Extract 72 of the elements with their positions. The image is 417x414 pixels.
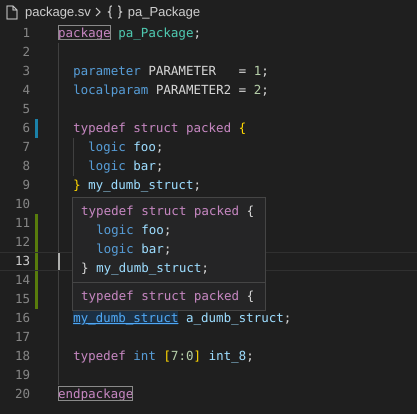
bracket-text: } (73, 177, 81, 192)
code-text: ; (164, 221, 172, 240)
line-number: 19 (14, 366, 30, 384)
line-number: 17 (14, 328, 30, 346)
number-literal: 1 (254, 63, 262, 78)
line-number: 10 (14, 195, 30, 214)
code-text: ; (246, 348, 254, 364)
code-text: ; (261, 82, 269, 98)
keyword-text: typedef struct packed (81, 202, 240, 220)
line-number: 5 (21, 100, 30, 118)
code-text: ; (164, 240, 172, 258)
type-name: pa_Package (118, 25, 194, 40)
keyword-text: logic (96, 221, 134, 240)
file-icon (6, 4, 18, 20)
keyword-text: typedef struct packed (73, 120, 232, 136)
keyword-text: localparam (73, 82, 148, 98)
code-text: ; (284, 310, 292, 326)
identifier-text: a_dumb_struct (186, 310, 284, 326)
line-number: 11 (14, 214, 30, 232)
identifier-text: bar (133, 158, 156, 174)
type-link[interactable]: my_dumb_struct (73, 310, 178, 326)
line-number: 15 (14, 290, 30, 308)
bracket-text: { (238, 120, 246, 136)
number-literal: 7:0 (170, 348, 194, 364)
keyword-text: parameter (73, 63, 141, 78)
line-number: 20 (14, 385, 30, 404)
keyword-text: package (58, 25, 111, 40)
code-text: } (81, 259, 89, 278)
bracket-text: [ (163, 348, 171, 364)
braces-icon (106, 5, 123, 19)
line-number: 6 (21, 119, 30, 138)
line-number: 7 (21, 138, 30, 156)
number-literal: 2 (254, 82, 262, 98)
code-text: ; (156, 139, 164, 154)
keyword-text: int (133, 348, 156, 364)
line-number: 16 (14, 309, 30, 328)
line-number: 9 (21, 176, 30, 194)
line-number: 1 (21, 24, 30, 42)
code-text: ; (261, 63, 269, 78)
line-number: 8 (21, 157, 30, 176)
keyword-text: logic (88, 158, 126, 174)
chevron-right-icon (94, 6, 102, 18)
line-number: 12 (14, 233, 30, 252)
identifier-text: my_dumb_struct (88, 177, 194, 192)
identifier-text: foo (141, 221, 164, 240)
line-number: 18 (14, 347, 30, 366)
code-text: { (246, 202, 254, 220)
breadcrumb-symbol[interactable]: pa_Package (128, 2, 200, 22)
keyword-text: typedef (73, 348, 126, 364)
bracket-text: ] (194, 348, 202, 364)
breadcrumb-file[interactable]: package.sv (25, 2, 91, 22)
line-number: 14 (14, 271, 30, 290)
identifier-text: my_dumb_struct (96, 259, 202, 278)
code-text: { (246, 287, 254, 306)
code-text: ; (193, 177, 202, 192)
code-text: ; (193, 25, 202, 40)
code-text: PARAMETER = (148, 63, 248, 78)
line-number: 2 (21, 43, 30, 62)
line-number: 4 (21, 81, 30, 100)
code-text: ; (201, 259, 209, 278)
code-text: PARAMETER2 = (156, 82, 248, 98)
code-text: ; (156, 158, 164, 174)
identifier-text: bar (141, 240, 164, 258)
line-number: 3 (21, 62, 30, 80)
line-number: 13 (14, 252, 30, 270)
text-cursor (58, 253, 60, 270)
keyword-text: typedef struct packed (81, 287, 240, 306)
keyword-text: logic (88, 139, 126, 154)
keyword-text: endpackage (58, 386, 134, 402)
identifier-text: foo (133, 139, 156, 154)
identifier-text: int_8 (208, 348, 246, 364)
keyword-text: logic (96, 240, 134, 258)
